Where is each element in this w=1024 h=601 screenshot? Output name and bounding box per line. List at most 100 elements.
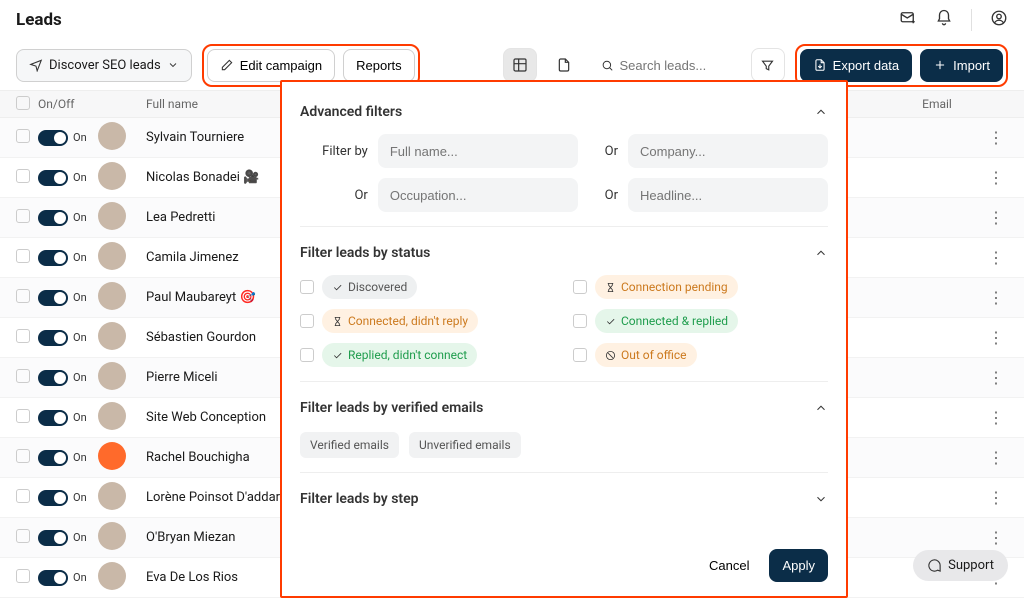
row-checkbox[interactable]	[16, 409, 30, 423]
status-checkbox[interactable]	[300, 314, 314, 328]
avatar	[98, 522, 126, 550]
advanced-filters-header[interactable]: Advanced filters	[300, 100, 828, 124]
page-title: Leads	[16, 10, 62, 30]
status-connected-replied[interactable]: Connected & replied	[595, 309, 738, 333]
bell-icon[interactable]	[935, 9, 953, 31]
row-menu-icon[interactable]: ⋮	[984, 368, 1008, 387]
lead-name: Nicolas Bonadei 🎥	[146, 170, 259, 185]
status-checkbox[interactable]	[300, 280, 314, 294]
row-toggle[interactable]	[38, 210, 68, 226]
row-checkbox[interactable]	[16, 169, 30, 183]
filter-occupation[interactable]	[378, 178, 578, 212]
row-toggle[interactable]	[38, 570, 68, 586]
row-checkbox[interactable]	[16, 529, 30, 543]
filter-icon[interactable]	[751, 48, 785, 82]
lead-name: Eva De Los Rios	[146, 570, 238, 585]
status-checkbox[interactable]	[573, 280, 587, 294]
user-icon[interactable]	[990, 9, 1008, 31]
divider	[971, 9, 972, 31]
row-toggle[interactable]	[38, 330, 68, 346]
reports-button[interactable]: Reports	[343, 49, 415, 82]
filter-verified-header[interactable]: Filter leads by verified emails	[300, 396, 828, 420]
row-checkbox[interactable]	[16, 129, 30, 143]
filter-company[interactable]	[628, 134, 828, 168]
row-checkbox[interactable]	[16, 289, 30, 303]
row-menu-icon[interactable]: ⋮	[984, 248, 1008, 267]
chevron-up-icon	[814, 105, 828, 119]
row-menu-icon[interactable]: ⋮	[984, 208, 1008, 227]
lead-name: Sylvain Tourniere	[146, 130, 244, 145]
status-connection-pending[interactable]: Connection pending	[595, 275, 738, 299]
lead-name: Camila Jimenez	[146, 250, 239, 265]
status-connected-no-reply[interactable]: Connected, didn't reply	[322, 309, 478, 333]
select-all-checkbox[interactable]	[16, 96, 30, 110]
export-data-button[interactable]: Export data	[800, 49, 913, 82]
chevron-up-icon	[814, 246, 828, 260]
lead-name: O'Bryan Miezan	[146, 530, 235, 545]
mail-icon[interactable]	[899, 9, 917, 31]
lead-name: Lea Pedretti	[146, 210, 215, 225]
search-icon	[601, 58, 614, 73]
status-discovered[interactable]: Discovered	[322, 275, 417, 299]
edit-campaign-button[interactable]: Edit campaign	[207, 49, 335, 82]
tag-unverified-emails[interactable]: Unverified emails	[409, 432, 521, 458]
campaign-selector[interactable]: Discover SEO leads	[16, 49, 192, 82]
cancel-button[interactable]: Cancel	[697, 550, 761, 581]
filter-status-header[interactable]: Filter leads by status	[300, 241, 828, 265]
tag-verified-emails[interactable]: Verified emails	[300, 432, 399, 458]
lead-name: Site Web Conception	[146, 410, 266, 425]
status-checkbox[interactable]	[573, 348, 587, 362]
status-out-of-office[interactable]: Out of office	[595, 343, 697, 367]
avatar	[98, 562, 126, 590]
row-menu-icon[interactable]: ⋮	[984, 408, 1008, 427]
row-checkbox[interactable]	[16, 369, 30, 383]
lead-name: Rachel Bouchigha	[146, 450, 250, 465]
row-toggle[interactable]	[38, 250, 68, 266]
row-menu-icon[interactable]: ⋮	[984, 488, 1008, 507]
header-icons	[899, 9, 1008, 31]
row-checkbox[interactable]	[16, 569, 30, 583]
row-menu-icon[interactable]: ⋮	[984, 328, 1008, 347]
row-toggle[interactable]	[38, 530, 68, 546]
avatar	[98, 482, 126, 510]
filter-fullname[interactable]	[378, 134, 578, 168]
filter-panel: Advanced filters Filter by Or Or Or Filt…	[280, 80, 848, 598]
row-toggle[interactable]	[38, 130, 68, 146]
csv-export-icon[interactable]	[547, 48, 581, 82]
row-checkbox[interactable]	[16, 489, 30, 503]
col-email: Email	[866, 97, 1008, 111]
row-checkbox[interactable]	[16, 329, 30, 343]
chevron-down-icon	[167, 59, 179, 71]
app-header: Leads	[0, 0, 1024, 40]
row-toggle[interactable]	[38, 290, 68, 306]
avatar	[98, 162, 126, 190]
row-toggle[interactable]	[38, 370, 68, 386]
status-checkbox[interactable]	[300, 348, 314, 362]
avatar	[98, 402, 126, 430]
row-toggle[interactable]	[38, 170, 68, 186]
row-menu-icon[interactable]: ⋮	[984, 168, 1008, 187]
avatar	[98, 322, 126, 350]
filter-headline[interactable]	[628, 178, 828, 212]
row-checkbox[interactable]	[16, 209, 30, 223]
status-checkbox[interactable]	[573, 314, 587, 328]
row-menu-icon[interactable]: ⋮	[984, 448, 1008, 467]
support-button[interactable]: Support	[913, 550, 1008, 581]
lead-name: Paul Maubareyt 🎯	[146, 290, 256, 305]
filter-step-header[interactable]: Filter leads by step	[300, 487, 828, 511]
apply-button[interactable]: Apply	[769, 549, 828, 582]
row-toggle[interactable]	[38, 410, 68, 426]
row-menu-icon[interactable]: ⋮	[984, 288, 1008, 307]
row-checkbox[interactable]	[16, 449, 30, 463]
lead-name: Sébastien Gourdon	[146, 330, 256, 345]
row-toggle[interactable]	[38, 450, 68, 466]
import-button[interactable]: Import	[920, 49, 1003, 82]
search-input[interactable]	[591, 48, 741, 82]
lead-name: Lorène Poinsot D'addario	[146, 490, 291, 505]
row-menu-icon[interactable]: ⋮	[984, 528, 1008, 547]
status-replied-no-connect[interactable]: Replied, didn't connect	[322, 343, 477, 367]
row-menu-icon[interactable]: ⋮	[984, 128, 1008, 147]
row-checkbox[interactable]	[16, 249, 30, 263]
row-toggle[interactable]	[38, 490, 68, 506]
table-view-icon[interactable]	[503, 48, 537, 82]
